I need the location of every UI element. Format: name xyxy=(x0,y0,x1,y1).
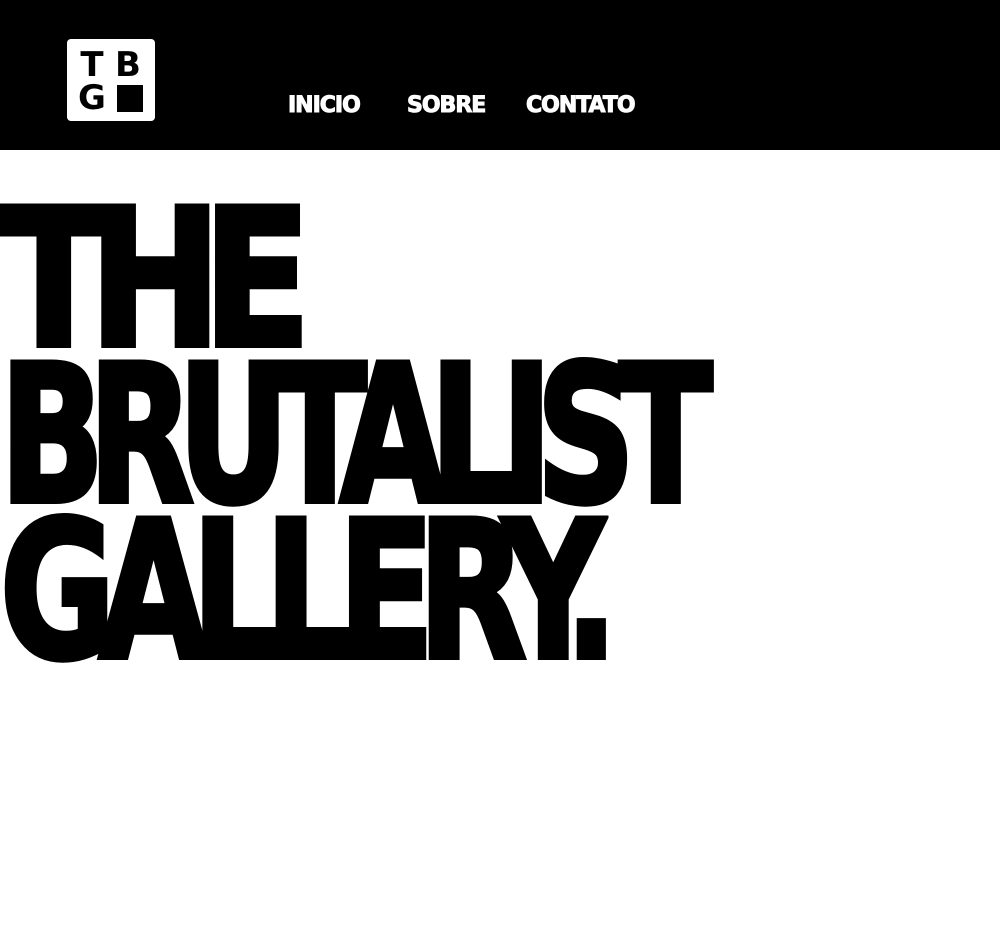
site-logo[interactable]: T B G xyxy=(67,39,155,121)
nav-link-contato[interactable]: CONTATO xyxy=(526,89,637,123)
hero-title-line-3: GALLERY. xyxy=(0,481,620,702)
logo-square-icon xyxy=(117,85,143,112)
nav-link-sobre[interactable]: SOBRE xyxy=(406,89,486,123)
nav-link-inicio[interactable]: INICIO xyxy=(288,89,362,123)
logo-letter-b: B xyxy=(115,45,141,85)
logo-letter-t: T xyxy=(80,45,104,85)
logo-letter-g: G xyxy=(78,78,106,118)
site-header: T B G INICIO SOBRE CONTATO xyxy=(0,0,1000,150)
